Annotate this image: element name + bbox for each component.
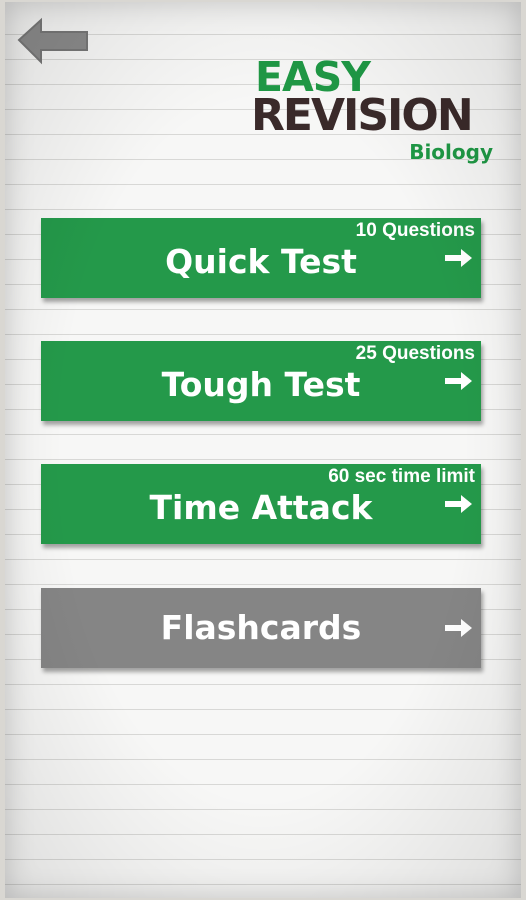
time-attack-time-limit: 60 sec time limit — [328, 466, 475, 487]
app-frame: EASY REVISION Biology 10 Questions Quick… — [0, 0, 526, 900]
arrow-right-icon — [445, 619, 472, 637]
arrow-right-icon — [445, 372, 472, 390]
flashcards-label: Flashcards — [160, 608, 362, 647]
arrow-right-icon — [445, 495, 472, 513]
tough-test-question-count: 25 Questions — [355, 343, 475, 364]
app-logo: EASY REVISION Biology — [251, 54, 495, 164]
quick-test-label: Quick Test — [165, 242, 357, 281]
back-arrow-icon — [17, 17, 88, 65]
tough-test-button[interactable]: 25 Questions Tough Test — [41, 341, 481, 421]
time-attack-label: Time Attack — [149, 488, 373, 527]
arrow-right-icon — [445, 249, 472, 267]
quick-test-question-count: 10 Questions — [355, 220, 475, 241]
tough-test-label: Tough Test — [161, 365, 361, 404]
subject-label: Biology — [409, 140, 493, 164]
quick-test-button[interactable]: 10 Questions Quick Test — [41, 218, 481, 298]
flashcards-button[interactable]: Flashcards — [41, 588, 481, 668]
back-button[interactable] — [15, 16, 91, 68]
time-attack-button[interactable]: 60 sec time limit Time Attack — [41, 464, 481, 544]
lined-paper-background: EASY REVISION Biology 10 Questions Quick… — [5, 2, 521, 898]
logo-line2: REVISION — [251, 90, 474, 141]
